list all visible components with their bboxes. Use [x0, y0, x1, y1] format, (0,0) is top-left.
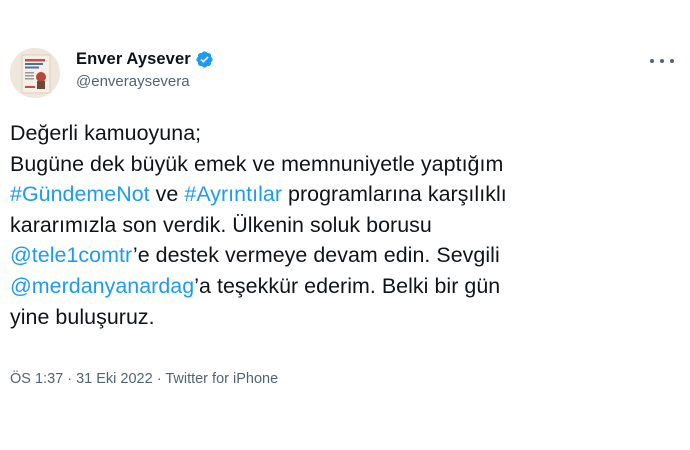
tweet-header: Enver Aysever @enveraysevera — [76, 48, 214, 98]
more-options-button[interactable] — [650, 54, 674, 68]
tweet-line: Bugüne dek büyük emek ve memnuniyetle ya… — [10, 151, 504, 176]
tweet-line: @tele1comtr’e destek vermeye devam edin.… — [10, 240, 680, 271]
tweet-time[interactable]: ÖS 1:37 — [10, 371, 63, 387]
hashtag-link-ayrintilar[interactable]: #Ayrıntılar — [184, 182, 282, 206]
mention-link-tele1comtr[interactable]: @tele1comtr — [10, 243, 133, 267]
tweet-line: #GündemeNot ve #Ayrıntılar programlarına… — [10, 179, 680, 210]
avatar[interactable] — [10, 48, 60, 98]
meta-separator: · — [152, 371, 166, 387]
book-cover-avatar-icon — [10, 48, 60, 98]
tweet-line: @merdanyanardag’a teşekkür ederim. Belki… — [10, 271, 680, 302]
tweet-line: yine buluşuruz. — [10, 304, 155, 329]
tweet-source[interactable]: Twitter for iPhone — [165, 371, 278, 387]
tweet-text-fragment: programlarına karşılıklı — [282, 182, 507, 207]
ellipsis-icon — [660, 59, 664, 63]
user-handle[interactable]: @enveraysevera — [76, 73, 214, 90]
tweet-text: Değerli kamuoyuna; Bugüne dek büyük emek… — [10, 118, 680, 332]
ellipsis-icon — [670, 59, 674, 63]
name-row: Enver Aysever — [76, 48, 214, 70]
tweet-metadata: ÖS 1:37 · 31 Eki 2022 · Twitter for iPho… — [10, 371, 278, 387]
tweet-date[interactable]: 31 Eki 2022 — [76, 371, 153, 387]
tweet-line: kararımızla son verdik. Ülkenin soluk bo… — [10, 212, 432, 237]
tweet: Enver Aysever @enveraysevera Değerli kam… — [0, 0, 690, 450]
tweet-text-fragment: ’a teşekkür ederim. Belki bir gün — [194, 273, 501, 298]
ellipsis-icon — [650, 59, 654, 63]
tweet-line: Değerli kamuoyuna; — [10, 121, 202, 145]
hashtag-link-gundemenot[interactable]: #GündemeNot — [10, 182, 150, 206]
display-name[interactable]: Enver Aysever — [76, 50, 191, 69]
verified-badge-icon — [195, 50, 214, 69]
tweet-text-fragment: ve — [149, 182, 185, 207]
tweet-text-fragment: ’e destek vermeye devam edin. Sevgili — [132, 243, 500, 268]
meta-separator: · — [63, 371, 77, 387]
mention-link-merdanyanardag[interactable]: @merdanyanardag — [10, 274, 194, 298]
